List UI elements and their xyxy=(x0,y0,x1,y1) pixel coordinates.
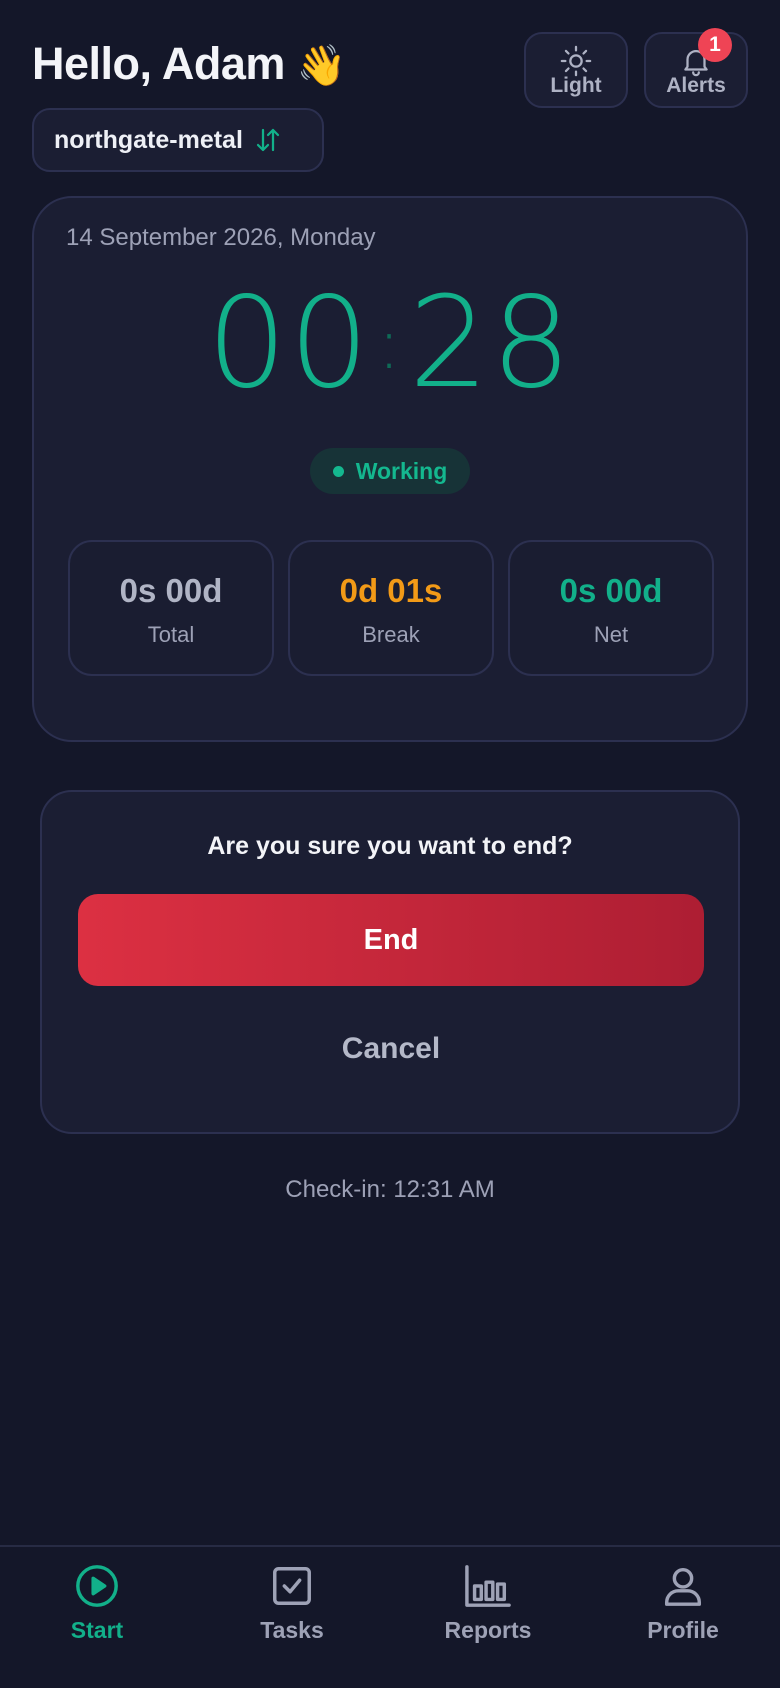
tab-start[interactable]: Start xyxy=(27,1563,167,1673)
status-text: Working xyxy=(355,457,448,484)
status-dot-icon xyxy=(332,465,344,477)
stat-break: 0d 01s Break xyxy=(288,540,494,676)
end-confirmation-card: Are you sure you want to end? End Cancel xyxy=(40,790,740,1134)
sun-icon xyxy=(560,45,592,77)
bar-chart-icon xyxy=(465,1565,511,1607)
bottom-tab-bar: Start Tasks Reports Profile xyxy=(0,1545,780,1688)
cancel-button[interactable]: Cancel xyxy=(78,1006,704,1092)
alerts-button[interactable]: Alerts 1 xyxy=(644,28,748,108)
theme-toggle-button[interactable]: Light xyxy=(524,32,628,108)
confirmation-question: Are you sure you want to end? xyxy=(207,832,573,860)
tab-tasks[interactable]: Tasks xyxy=(222,1563,362,1673)
timer-minutes: 00 xyxy=(206,269,372,416)
greeting-text: Hello, Adam xyxy=(32,38,285,89)
user-icon xyxy=(664,1567,702,1606)
stat-total-value: 0s 00d xyxy=(119,572,223,609)
play-circle-icon xyxy=(76,1565,118,1607)
status-badge: Working xyxy=(310,448,470,494)
tab-start-label: Start xyxy=(70,1617,124,1643)
stat-break-label: Break xyxy=(362,622,420,647)
stat-net-label: Net xyxy=(593,622,629,647)
tab-profile-label: Profile xyxy=(647,1617,719,1643)
tab-reports-label: Reports xyxy=(444,1617,532,1643)
current-date: 14 September 2026, Monday xyxy=(66,224,376,251)
greeting: Hello, Adam 👋 xyxy=(32,34,347,96)
tab-reports[interactable]: Reports xyxy=(418,1563,558,1673)
checkin-time: Check-in: 12:31 AM xyxy=(285,1176,495,1203)
stat-net-value: 0s 00d xyxy=(559,572,663,609)
tab-profile[interactable]: Profile xyxy=(613,1563,753,1673)
stat-total: 0s 00d Total xyxy=(68,540,274,676)
timer-seconds: 28 xyxy=(408,269,574,416)
stat-net: 0s 00d Net xyxy=(508,540,714,676)
end-button[interactable]: End xyxy=(78,894,704,986)
timer-card: 14 September 2026, Monday 00:28 Working … xyxy=(32,196,748,742)
workspace-switcher[interactable]: northgate-metal xyxy=(32,108,324,172)
alerts-count-badge: 1 xyxy=(698,28,732,62)
stat-total-label: Total xyxy=(147,622,195,647)
stat-break-value: 0d 01s xyxy=(339,572,443,609)
tab-tasks-label: Tasks xyxy=(260,1617,324,1643)
timer-separator: : xyxy=(377,303,403,385)
swap-vertical-icon xyxy=(256,128,280,152)
wave-emoji: 👋 xyxy=(296,43,347,89)
checkbox-icon xyxy=(273,1567,311,1605)
elapsed-timer: 00:28 xyxy=(34,280,746,407)
workspace-name: northgate-metal xyxy=(54,125,243,154)
